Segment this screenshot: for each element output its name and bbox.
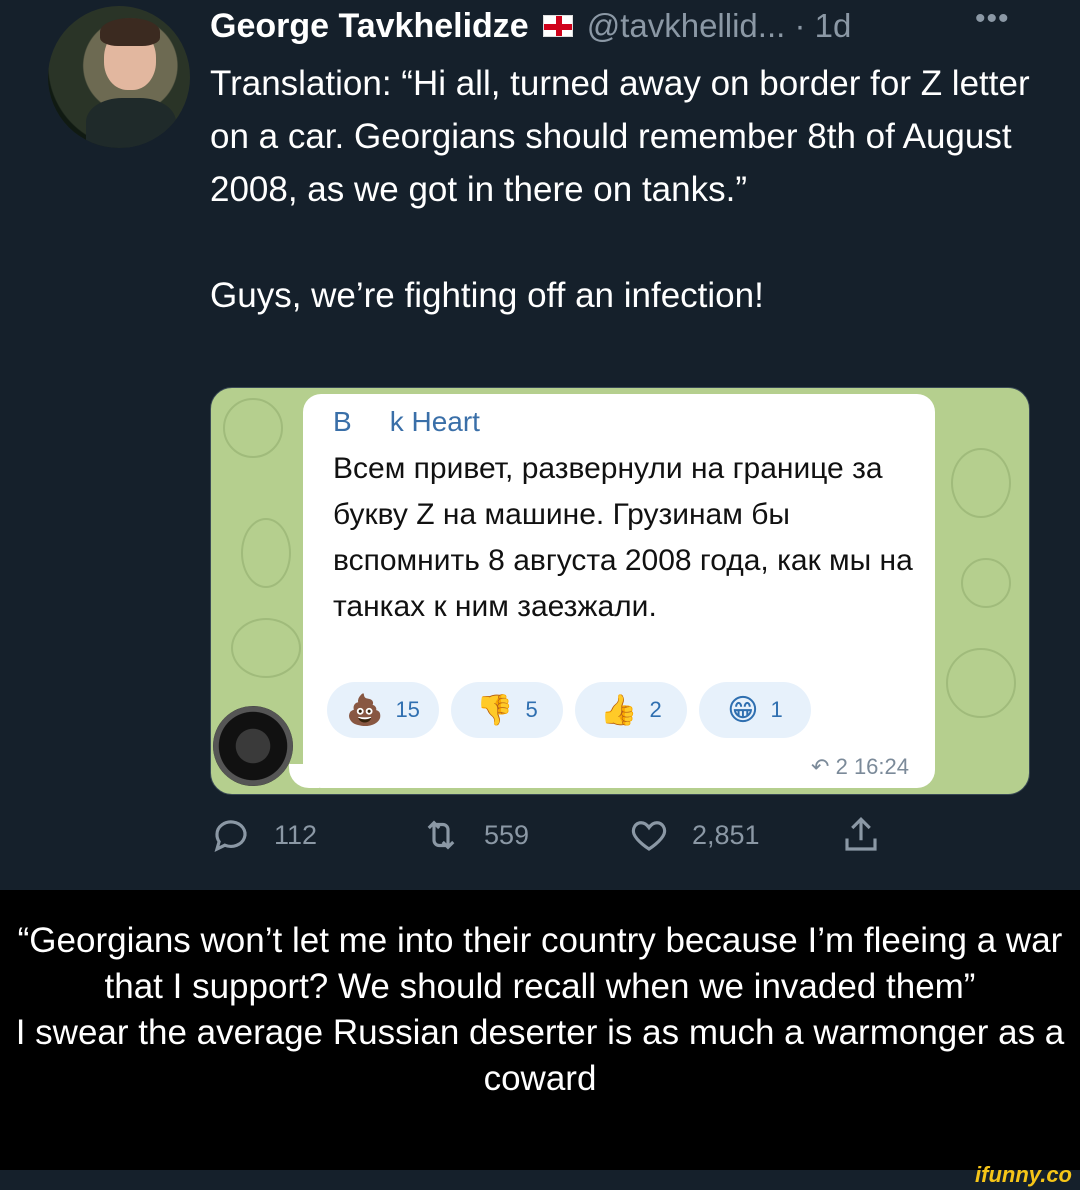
message-text: Всем привет, развернули на границе за бу…: [333, 452, 913, 623]
caption-quote: “Georgians won’t let me into their count…: [17, 921, 1063, 1006]
reaction-grin[interactable]: 😁 1: [699, 682, 811, 738]
sender-name: Bk Heart: [333, 406, 480, 438]
tweet-actions: 112 559 2,851: [210, 814, 910, 864]
tweet-text: Translation: “Hi all, turned away on bor…: [210, 57, 1040, 322]
ifunny-watermark[interactable]: ifunny.co: [975, 1162, 1072, 1188]
thumbs-down-icon: 👎: [476, 693, 514, 727]
watermark-bar: ifunny.co: [0, 1162, 1080, 1190]
reaction-thumbs-down[interactable]: 👎 5: [451, 682, 563, 738]
telegram-message-bubble: Bk Heart Всем привет, развернули на гран…: [303, 394, 935, 788]
reaction-count: 1: [770, 697, 783, 722]
retweet-button[interactable]: 559: [420, 814, 529, 856]
caption-comment: I swear the average Russian deserter is …: [15, 1013, 1065, 1098]
chat-sender-avatar: [213, 706, 293, 786]
tweet-card: George Tavkhelidze @tavkhellid... · 1d •…: [0, 0, 1080, 890]
reply-bubble-icon: [214, 820, 247, 852]
like-button[interactable]: 2,851: [628, 814, 760, 856]
reaction-thumbs-up[interactable]: 👍 2: [575, 682, 687, 738]
retweet-icon: [427, 820, 455, 850]
sender-initial: B: [333, 406, 352, 437]
tweet-header: George Tavkhelidze @tavkhellid... · 1d: [210, 4, 851, 48]
sender-name-text: k Heart: [389, 406, 480, 437]
reaction-poop[interactable]: 💩 15: [327, 682, 439, 738]
meme-caption: “Georgians won’t let me into their count…: [0, 890, 1080, 1170]
like-count: 2,851: [692, 819, 760, 850]
retweet-count: 559: [484, 819, 530, 850]
reaction-count: 2: [649, 697, 662, 722]
heart-icon: [631, 821, 667, 851]
author-avatar[interactable]: [48, 6, 190, 148]
reply-button[interactable]: 112: [210, 814, 317, 856]
grin-emoji-icon: 😁: [727, 693, 759, 727]
reply-count: 112: [274, 819, 318, 850]
reaction-count: 5: [525, 697, 538, 722]
author-handle-time[interactable]: @tavkhellid... · 1d: [587, 7, 852, 45]
georgia-flag-icon: [542, 15, 573, 37]
tweet-paragraph-comment: Guys, we’re fighting off an infection!: [210, 276, 764, 315]
more-horizontal-icon[interactable]: •••: [975, 2, 1010, 36]
tweet-paragraph-translation: Translation: “Hi all, turned away on bor…: [210, 64, 1030, 209]
reactions-row: 💩 15 👎 5 👍 2 😁 1: [327, 682, 811, 738]
reaction-count: 15: [395, 697, 420, 722]
share-button[interactable]: [840, 814, 882, 856]
poop-emoji-icon: 💩: [346, 693, 384, 727]
tweet-media-screenshot[interactable]: Bk Heart Всем привет, развернули на гран…: [210, 387, 1030, 795]
share-icon: [845, 817, 877, 851]
message-meta: ↶ 2 16:24: [811, 754, 909, 779]
author-name[interactable]: George Tavkhelidze: [210, 7, 529, 46]
thumbs-up-icon: 👍: [600, 693, 638, 727]
